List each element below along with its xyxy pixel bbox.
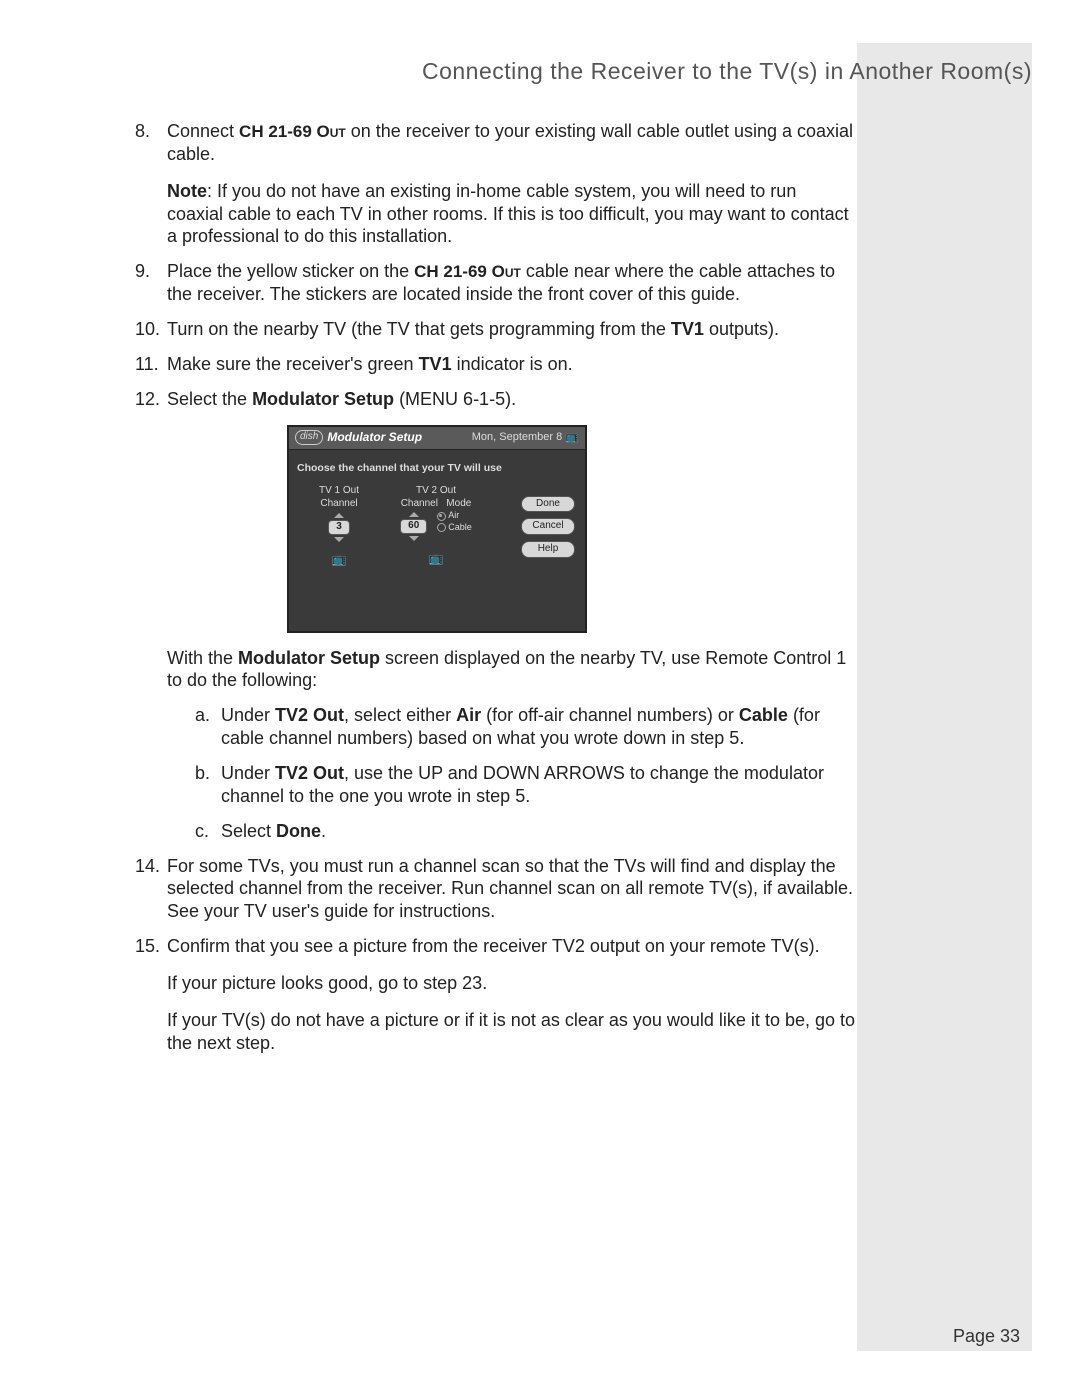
sub-num: a.	[195, 704, 210, 727]
text: Under	[221, 763, 275, 783]
label-done: Done	[276, 821, 321, 841]
note: Note: If you do not have an existing in-…	[167, 180, 855, 249]
radio-icon[interactable]	[437, 523, 446, 532]
figure-date: Mon, September 8 📺	[472, 431, 579, 445]
tv1-channel-label: Channel	[307, 498, 371, 511]
mode-box: Air Cable	[437, 510, 472, 541]
arrow-down-icon[interactable]	[334, 537, 344, 542]
help-button[interactable]: Help	[521, 541, 575, 558]
tv2-mode-label: Mode	[446, 498, 471, 509]
mode-cable-label: Cable	[448, 522, 472, 534]
tv1-out-col: TV 1 Out Channel 3 📺	[307, 485, 371, 567]
step-num: 8.	[135, 120, 150, 143]
done-button[interactable]: Done	[521, 496, 575, 513]
tv1-channel-value: 3	[328, 520, 350, 535]
text: Select	[221, 821, 276, 841]
figure-buttons: Done Cancel Help	[521, 496, 575, 558]
step-num: 15.	[135, 935, 160, 958]
tv2-channel-label: Channel	[401, 498, 438, 509]
text: indicator is on.	[452, 354, 573, 374]
radio-icon[interactable]	[437, 512, 446, 521]
label-tv2-out: TV2 Out	[275, 763, 344, 783]
text: For some TVs, you must run a channel sca…	[167, 856, 853, 922]
text: , select either	[344, 705, 456, 725]
step-8: 8. Connect CH 21-69 Out on the receiver …	[135, 120, 855, 248]
arrow-up-icon[interactable]	[409, 512, 419, 517]
text: If your picture looks good, go to step 2…	[167, 972, 855, 995]
label-air: Air	[456, 705, 481, 725]
tv1-label: TV 1 Out	[307, 485, 371, 498]
side-strip	[857, 43, 1032, 1351]
mode-cable[interactable]: Cable	[437, 522, 472, 534]
sub-num: b.	[195, 762, 210, 785]
text: If your TV(s) do not have a picture or i…	[167, 1009, 855, 1055]
arrow-down-icon[interactable]	[409, 536, 419, 541]
label-ch-out: CH 21-69 Out	[239, 122, 346, 141]
step-14: 14. For some TVs, you must run a channel…	[135, 855, 855, 924]
mode-air[interactable]: Air	[437, 510, 472, 522]
step-num: 14.	[135, 855, 160, 878]
text: outputs).	[704, 319, 779, 339]
page-number: Page 33	[953, 1326, 1020, 1347]
text: .	[321, 821, 326, 841]
tv2-channel-stepper[interactable]: 60	[400, 512, 427, 541]
page-header: Connecting the Receiver to the TV(s) in …	[422, 58, 1032, 85]
label-modulator-setup: Modulator Setup	[252, 389, 394, 409]
figure-prompt: Choose the channel that your TV will use	[297, 462, 577, 475]
label-ch-out: CH 21-69 Out	[414, 262, 521, 281]
text: Under	[221, 705, 275, 725]
figure-modulator-setup: dish Modulator Setup Mon, September 8 📺 …	[287, 425, 587, 633]
figure-logo: dish Modulator Setup	[295, 430, 422, 445]
note-text: : If you do not have an existing in-home…	[167, 181, 849, 247]
figure-body: Choose the channel that your TV will use…	[289, 450, 585, 631]
step-9: 9. Place the yellow sticker on the CH 21…	[135, 260, 855, 306]
tv2-out-col: TV 2 Out Channel Mode 60	[391, 485, 481, 567]
step-num: 12.	[135, 388, 160, 411]
text: Make sure the receiver's green	[167, 354, 419, 374]
note-label: Note	[167, 181, 207, 201]
step-11: 11. Make sure the receiver's green TV1 i…	[135, 353, 855, 376]
step-12: 12. Select the Modulator Setup (MENU 6-1…	[135, 388, 855, 843]
tv1-channel-stepper[interactable]: 3	[328, 513, 350, 542]
date-text: Mon, September 8	[472, 431, 563, 443]
label-arrows: UP and DOWN ARROWS	[418, 763, 625, 783]
text: Connect	[167, 121, 239, 141]
sub-c: c. Select Done.	[195, 820, 855, 843]
step-num: 9.	[135, 260, 150, 283]
tv-icon: 📺	[565, 431, 579, 443]
mode-air-label: Air	[448, 510, 459, 522]
step-15: 15. Confirm that you see a picture from …	[135, 935, 855, 1054]
sub-a: a. Under TV2 Out, select either Air (for…	[195, 704, 855, 750]
label-cable: Cable	[739, 705, 788, 725]
sub-num: c.	[195, 820, 209, 843]
step-10: 10. Turn on the nearby TV (the TV that g…	[135, 318, 855, 341]
content: 8. Connect CH 21-69 Out on the receiver …	[135, 120, 855, 1067]
tv-icon: 📺	[307, 552, 371, 567]
label-tv1: TV1	[671, 319, 704, 339]
brand-dish: dish	[295, 430, 323, 445]
text: Place the yellow sticker on the	[167, 261, 414, 281]
tv2-label: TV 2 Out	[391, 485, 481, 498]
text: Select the	[167, 389, 252, 409]
label-modulator-setup: Modulator Setup	[238, 648, 380, 668]
step-num: 10.	[135, 318, 160, 341]
step-num: 11.	[135, 353, 159, 376]
arrow-up-icon[interactable]	[334, 513, 344, 518]
step-12-after: With the Modulator Setup screen displaye…	[167, 647, 855, 843]
sub-b: b. Under TV2 Out, use the UP and DOWN AR…	[195, 762, 855, 808]
text: (MENU 6-1-5).	[394, 389, 516, 409]
text: , use the	[344, 763, 418, 783]
cancel-button[interactable]: Cancel	[521, 518, 575, 535]
label-tv2-out: TV2 Out	[275, 705, 344, 725]
tv2-channel-value: 60	[400, 519, 427, 534]
text: (for off-air channel numbers) or	[481, 705, 739, 725]
tv-icon: 📺	[391, 551, 481, 566]
figure-title: Modulator Setup	[327, 430, 422, 445]
label-tv1: TV1	[419, 354, 452, 374]
text: With the	[167, 648, 238, 668]
figure-titlebar: dish Modulator Setup Mon, September 8 📺	[289, 427, 585, 450]
text: Confirm that you see a picture from the …	[167, 936, 820, 956]
text: Turn on the nearby TV (the TV that gets …	[167, 319, 671, 339]
